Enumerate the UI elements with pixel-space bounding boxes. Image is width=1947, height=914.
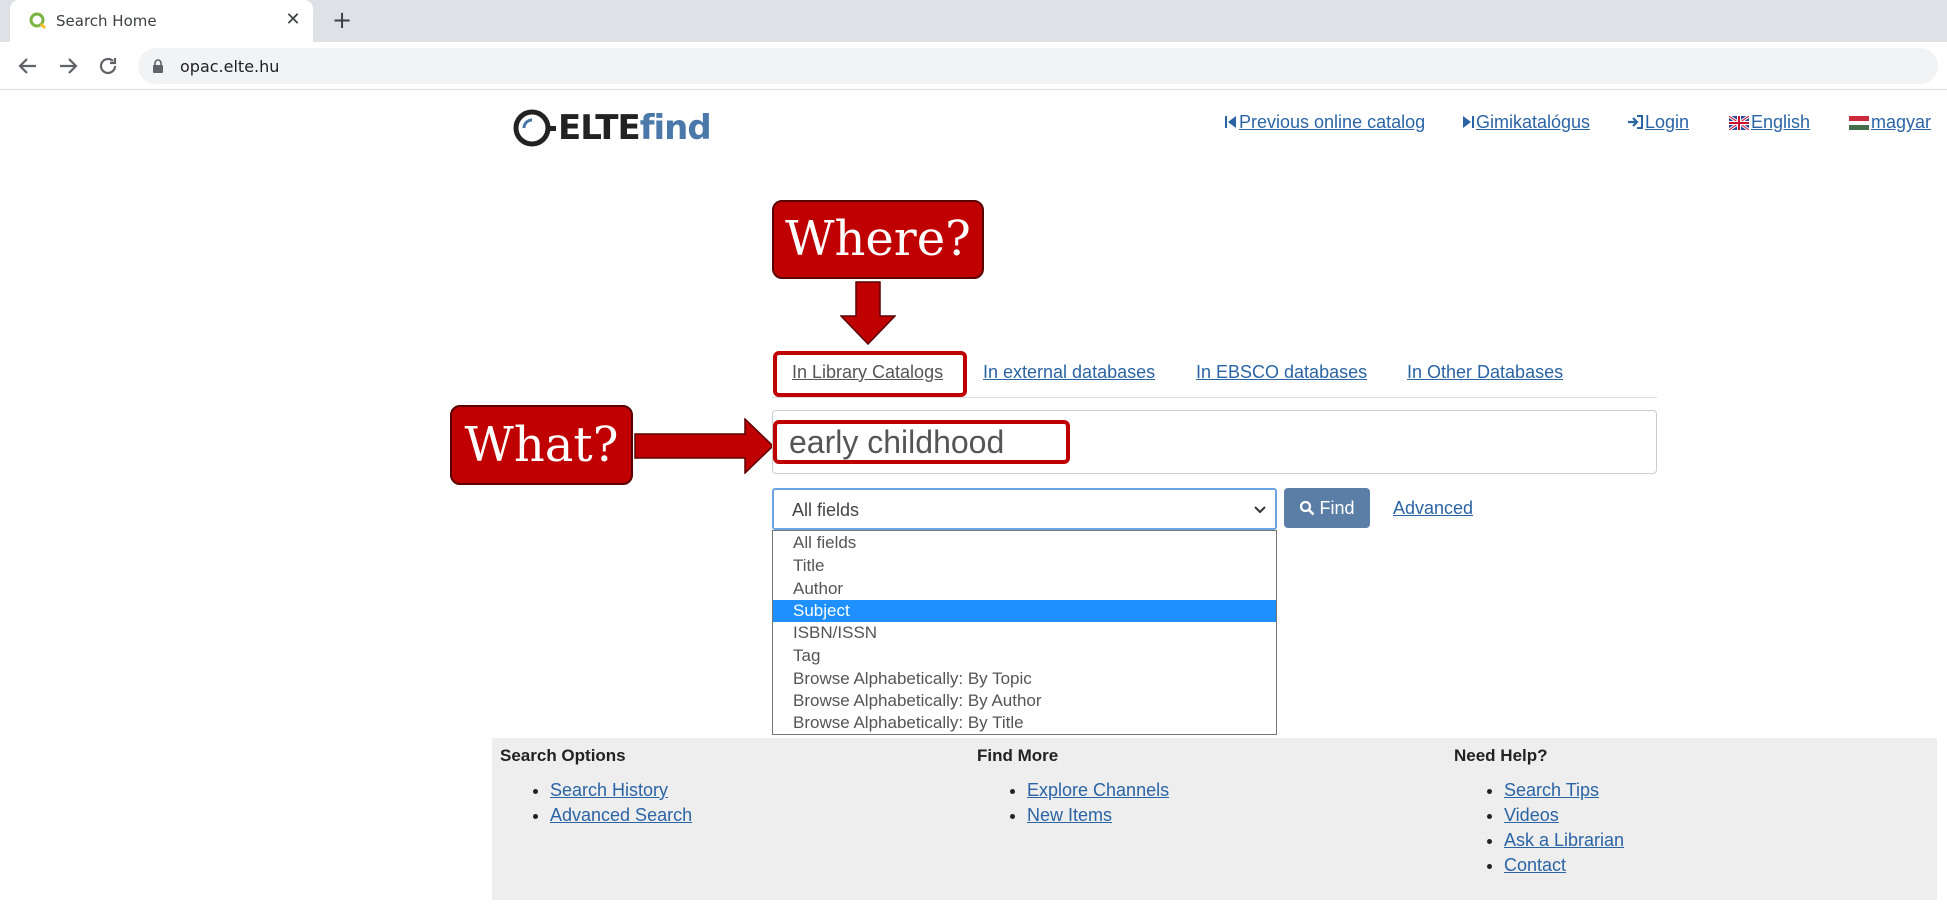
dropdown-option[interactable]: Browse Alphabetically: By Author — [773, 690, 1276, 712]
query-highlight — [773, 420, 1070, 464]
browser-tab[interactable]: Search Home ✕ — [10, 0, 313, 42]
nav-english[interactable]: English — [1729, 112, 1810, 134]
footer-heading: Search Options — [500, 746, 626, 765]
library-catalogs-highlight — [773, 351, 967, 397]
nav-login[interactable]: Login — [1627, 112, 1689, 134]
down-arrow-annotation-icon — [840, 281, 896, 345]
footer-need-help: Need Help? Search Tips Videos Ask a Libr… — [1454, 746, 1624, 878]
uk-flag-icon — [1729, 116, 1749, 130]
back-arrow-icon[interactable] — [16, 54, 40, 78]
reload-icon[interactable] — [96, 54, 120, 78]
where-callout: Where? — [772, 200, 984, 279]
browser-toolbar: opac.elte.hu — [0, 42, 1947, 90]
lock-icon — [153, 59, 163, 73]
footer: Search Options Search History Advanced S… — [492, 738, 1937, 900]
list-item: New Items — [1027, 803, 1169, 828]
explore-channels-link[interactable]: Explore Channels — [1027, 780, 1169, 800]
search-field-dropdown: All fields Title Author Subject ISBN/ISS… — [772, 530, 1277, 735]
nav-link-magyar[interactable]: magyar — [1871, 112, 1931, 132]
search-history-link[interactable]: Search History — [550, 780, 668, 800]
dropdown-option[interactable]: Browse Alphabetically: By Topic — [773, 668, 1276, 690]
dropdown-option[interactable]: Title — [773, 555, 1276, 577]
list-item: Explore Channels — [1027, 778, 1169, 803]
logo-text-elte: ELTE — [558, 108, 641, 148]
nav-link-english[interactable]: English — [1751, 112, 1810, 132]
tab-title: Search Home — [56, 12, 157, 30]
nav-magyar[interactable]: magyar — [1849, 112, 1931, 134]
advanced-search-footer-link[interactable]: Advanced Search — [550, 805, 692, 825]
nav-link-previous-catalog[interactable]: Previous online catalog — [1239, 112, 1425, 132]
find-button[interactable]: Find — [1284, 488, 1370, 528]
nav-previous-catalog[interactable]: Previous online catalog — [1225, 112, 1425, 134]
list-item: Ask a Librarian — [1504, 828, 1624, 853]
address-bar[interactable]: opac.elte.hu — [138, 48, 1938, 84]
site-favicon-icon — [29, 12, 47, 30]
contact-link[interactable]: Contact — [1504, 855, 1566, 875]
tab-external-databases[interactable]: In external databases — [983, 362, 1155, 383]
new-items-link[interactable]: New Items — [1027, 805, 1112, 825]
url-text: opac.elte.hu — [180, 57, 280, 76]
tab-ebsco-databases[interactable]: In EBSCO databases — [1196, 362, 1367, 383]
footer-heading: Find More — [977, 746, 1059, 765]
close-tab-icon[interactable]: ✕ — [283, 10, 303, 30]
browser-tab-strip: Search Home ✕ + — [0, 0, 1947, 42]
list-item: Search History — [550, 778, 692, 803]
dropdown-option[interactable]: Browse Alphabetically: By Title — [773, 712, 1276, 734]
ask-librarian-link[interactable]: Ask a Librarian — [1504, 830, 1624, 850]
search-tips-link[interactable]: Search Tips — [1504, 780, 1599, 800]
elte-find-logo[interactable]: ELTE find — [512, 106, 712, 150]
what-callout: What? — [450, 405, 633, 485]
nav-link-login[interactable]: Login — [1645, 112, 1689, 132]
footer-heading: Need Help? — [1454, 746, 1548, 765]
search-field-select[interactable]: All fields — [772, 488, 1277, 530]
tab-other-databases[interactable]: In Other Databases — [1407, 362, 1563, 383]
dropdown-option[interactable]: ISBN/ISSN — [773, 622, 1276, 644]
skip-back-icon — [1225, 116, 1236, 128]
list-item: Advanced Search — [550, 803, 692, 828]
dropdown-option[interactable]: Tag — [773, 645, 1276, 667]
advanced-search-link[interactable]: Advanced — [1393, 498, 1473, 519]
footer-search-options: Search Options Search History Advanced S… — [500, 746, 692, 828]
list-item: Search Tips — [1504, 778, 1624, 803]
skip-forward-icon — [1463, 116, 1474, 128]
chevron-down-icon — [1254, 506, 1266, 514]
hungary-flag-icon — [1849, 116, 1869, 130]
search-icon — [1300, 500, 1315, 516]
dropdown-option[interactable]: Author — [773, 578, 1276, 600]
forward-arrow-icon[interactable] — [56, 54, 80, 78]
videos-link[interactable]: Videos — [1504, 805, 1559, 825]
nav-link-gimikatalogus[interactable]: Gimikatalógus — [1476, 112, 1590, 132]
select-value: All fields — [792, 500, 860, 520]
magnifier-logo-icon — [513, 109, 556, 147]
logo-text-find: find — [639, 108, 712, 148]
nav-gimikatalogus[interactable]: Gimikatalógus — [1462, 112, 1590, 134]
dropdown-option[interactable]: All fields — [773, 532, 1276, 554]
new-tab-button[interactable]: + — [330, 8, 354, 33]
right-arrow-annotation-icon — [634, 418, 774, 474]
footer-find-more: Find More Explore Channels New Items — [977, 746, 1169, 828]
list-item: Contact — [1504, 853, 1624, 878]
dropdown-option-highlighted[interactable]: Subject — [773, 600, 1276, 622]
login-icon — [1628, 115, 1643, 129]
list-item: Videos — [1504, 803, 1624, 828]
find-button-label: Find — [1319, 497, 1355, 518]
